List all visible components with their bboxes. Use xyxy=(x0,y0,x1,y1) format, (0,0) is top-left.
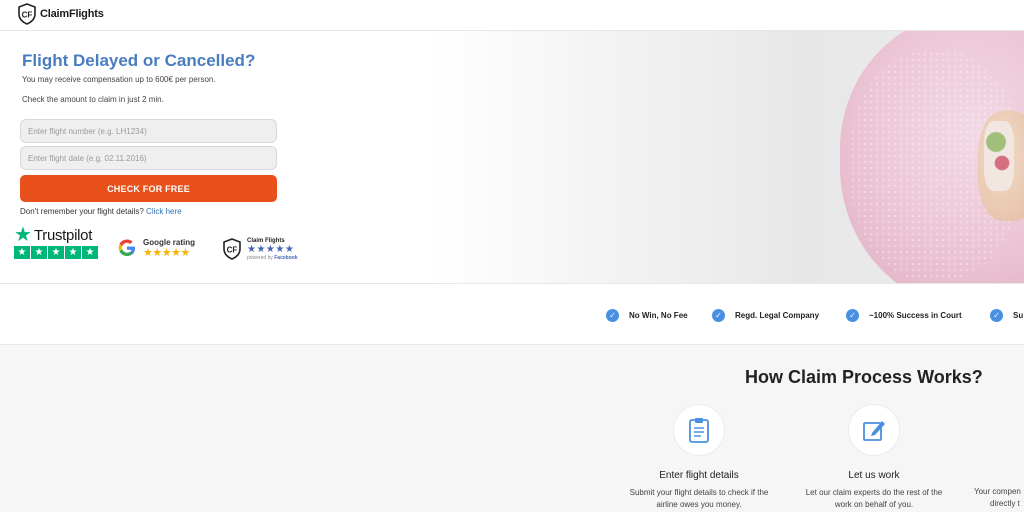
badge-label: Su xyxy=(1013,311,1024,320)
claimflights-shield-icon: CF xyxy=(223,238,241,260)
trustpilot-star-icon: ★ xyxy=(82,246,98,259)
google-rating-title: Google rating xyxy=(143,237,195,247)
clipboard-icon xyxy=(689,418,709,443)
badge-regd-legal-company: ✓ Regd. Legal Company xyxy=(712,309,819,322)
top-navbar: CF ClaimFlights xyxy=(0,0,1024,31)
check-icon: ✓ xyxy=(846,309,859,322)
step-description-line: directly t xyxy=(990,499,1020,508)
powered-by-facebook: powered by Facebook xyxy=(247,255,298,261)
check-icon: ✓ xyxy=(990,309,1003,322)
check-for-free-button[interactable]: CHECK FOR FREE xyxy=(20,175,277,202)
step-description-line: Your compen xyxy=(974,487,1021,496)
trustpilot-header: ★ Trustpilot xyxy=(14,224,104,246)
process-step-enter-details: Enter flight details Submit your flight … xyxy=(614,405,784,511)
step-icon-circle xyxy=(849,405,899,455)
facebook-rating-text: Claim Flights ★★★★★ powered by Facebook xyxy=(247,238,298,261)
svg-text:CF: CF xyxy=(22,11,33,20)
google-rating-text: Google rating ★★★★★ xyxy=(143,238,195,259)
step-description: Let our claim experts do the rest of the… xyxy=(789,487,959,511)
flight-number-input[interactable] xyxy=(20,119,277,143)
badge-label: Regd. Legal Company xyxy=(735,311,820,320)
step-description: Submit your flight details to check if t… xyxy=(614,487,784,511)
step-title: Enter flight details xyxy=(659,470,739,481)
step-title: Let us work xyxy=(848,470,900,481)
badge-no-win-no-fee: ✓ No Win, No Fee xyxy=(606,309,688,322)
trustpilot-rating[interactable]: ★ Trustpilot ★ ★ ★ ★ ★ xyxy=(14,224,104,266)
trustpilot-star-icon: ★ xyxy=(65,246,81,259)
flight-date-input[interactable] xyxy=(20,146,277,170)
svg-text:CF: CF xyxy=(227,246,238,255)
badge-cut-off: ✓ Su xyxy=(990,309,1023,322)
process-step-let-us-work: Let us work Let our claim experts do the… xyxy=(789,405,959,511)
badge-success-in-court: ✓ ~100% Success in Court xyxy=(846,309,962,322)
claim-check-form: Flight Delayed or Cancelled? You may rec… xyxy=(0,31,440,283)
badge-label: ~100% Success in Court xyxy=(869,311,962,320)
google-g-icon xyxy=(118,239,135,256)
remember-details-label: Don't remember your flight details? xyxy=(20,207,144,216)
step-icon-circle xyxy=(674,405,724,455)
hero-title: Flight Delayed or Cancelled? xyxy=(22,51,256,70)
google-rating-stars: ★★★★★ xyxy=(143,246,190,259)
facebook-rating[interactable]: CF Claim Flights ★★★★★ powered by Facebo… xyxy=(222,233,332,265)
claim-process-section: How Claim Process Works? Enter flight de… xyxy=(0,345,1024,512)
step-description-line: airline owes you money. xyxy=(656,500,742,509)
remember-details-text: Don't remember your flight details? Clic… xyxy=(20,207,182,216)
trustpilot-stars: ★ ★ ★ ★ ★ xyxy=(14,246,104,259)
google-rating[interactable]: Google rating ★★★★★ xyxy=(117,233,217,263)
hero-section: Flight Delayed or Cancelled? You may rec… xyxy=(0,31,1024,283)
step-description-line: Let our claim experts do the rest of the xyxy=(805,488,943,497)
badge-label: No Win, No Fee xyxy=(629,311,688,320)
pen-edit-icon xyxy=(863,421,885,441)
step-description: Your compen directly t xyxy=(968,486,1024,510)
claimflights-logo[interactable]: CF ClaimFlights xyxy=(17,3,104,25)
trustpilot-star-icon: ★ xyxy=(48,246,64,259)
trustpilot-star-icon: ★ xyxy=(14,246,30,259)
hero-subtitle-time: Check the amount to claim in just 2 min. xyxy=(22,95,164,104)
claimflights-shield-icon: CF xyxy=(18,3,36,25)
step-description-line: Submit your flight details to check if t… xyxy=(629,488,769,497)
process-title: How Claim Process Works? xyxy=(745,367,983,387)
check-icon: ✓ xyxy=(606,309,619,322)
trust-badges-strip: ✓ No Win, No Fee ✓ Regd. Legal Company ✓… xyxy=(0,283,1024,345)
trustpilot-star-icon: ★ xyxy=(14,224,32,246)
trustpilot-name: Trustpilot xyxy=(33,226,93,244)
powered-by-brand: Facebook xyxy=(274,254,298,261)
process-step-compensation: Your compen directly t xyxy=(968,405,1024,510)
powered-by-prefix: powered by xyxy=(247,254,273,261)
hero-photo-flower xyxy=(984,121,1014,191)
click-here-link[interactable]: Click here xyxy=(146,207,182,216)
logo-text: ClaimFlights xyxy=(40,8,104,20)
trustpilot-star-icon: ★ xyxy=(31,246,47,259)
check-icon: ✓ xyxy=(712,309,725,322)
step-description-line: work on behalf of you. xyxy=(834,500,914,509)
hero-subtitle-compensation: You may receive compensation up to 600€ … xyxy=(22,75,216,84)
facebook-rating-stars: ★★★★★ xyxy=(247,243,295,255)
